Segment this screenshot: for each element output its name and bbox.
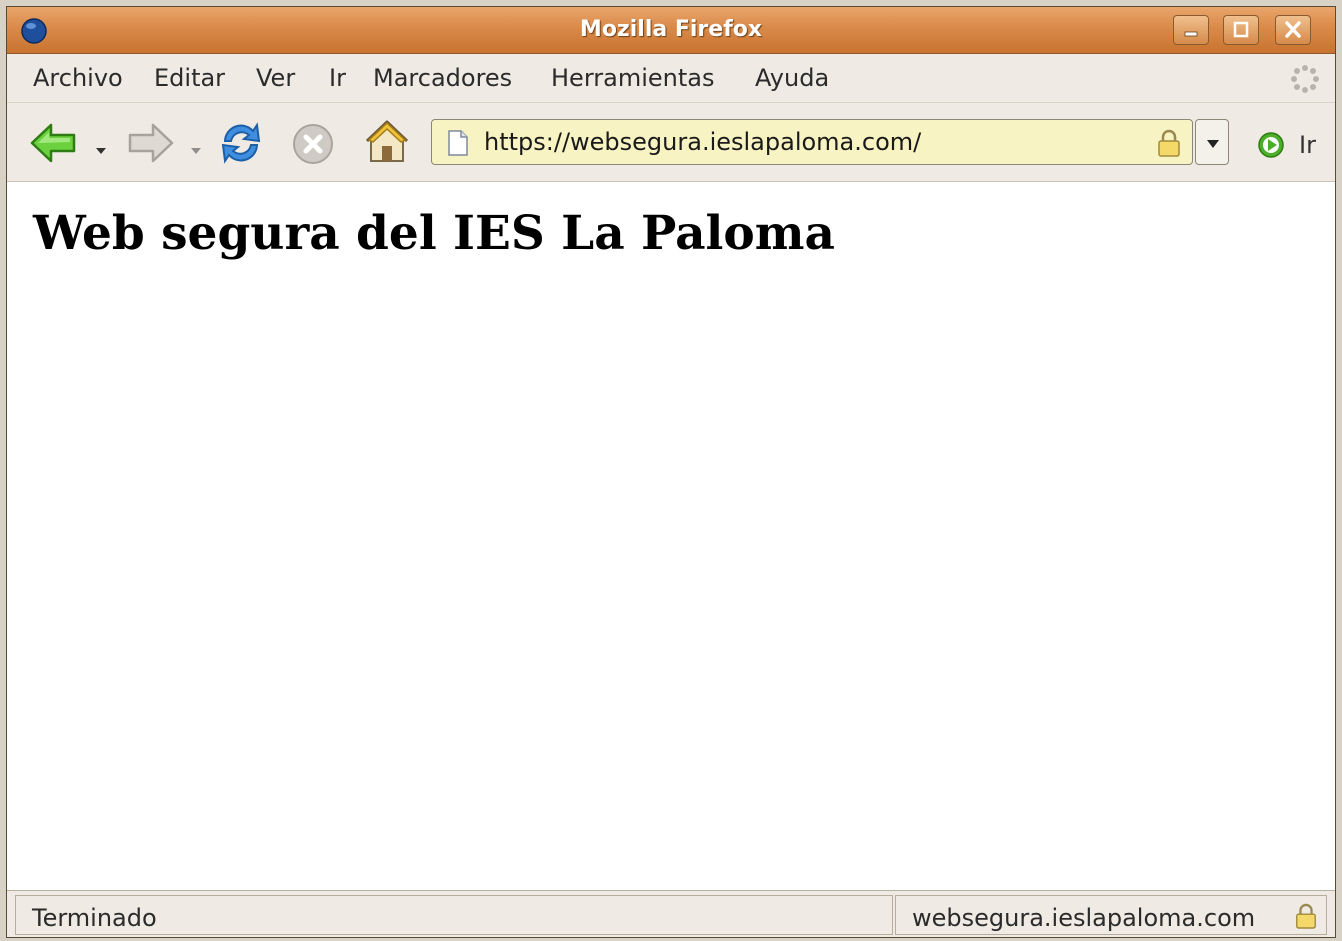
menu-archivo[interactable]: Archivo xyxy=(33,64,123,92)
title-bar[interactable]: Mozilla Firefox xyxy=(7,7,1335,54)
lock-icon[interactable] xyxy=(1294,902,1318,930)
page-title: Web segura del IES La Paloma xyxy=(33,206,835,261)
status-bar: Terminado websegura.ieslapaloma.com xyxy=(7,891,1335,937)
maximize-icon xyxy=(1233,21,1249,38)
status-text: Terminado xyxy=(32,904,157,932)
menu-editar[interactable]: Editar xyxy=(154,64,225,92)
menu-bar: Archivo Editar Ver Ir Marcadores Herrami… xyxy=(7,54,1335,103)
address-bar[interactable]: https://websegura.ieslapaloma.com/ xyxy=(431,119,1193,165)
forward-arrow-icon[interactable] xyxy=(125,121,175,165)
lock-icon[interactable] xyxy=(1156,128,1182,158)
page-icon xyxy=(448,130,468,156)
page-content: Web segura del IES La Paloma xyxy=(7,182,1335,891)
back-arrow-icon[interactable] xyxy=(29,121,79,165)
stop-icon[interactable] xyxy=(290,121,336,167)
forward-history-dropdown[interactable] xyxy=(191,148,201,154)
address-url[interactable]: https://websegura.ieslapaloma.com/ xyxy=(484,128,921,156)
menu-herramientas[interactable]: Herramientas xyxy=(551,64,714,92)
back-history-dropdown[interactable] xyxy=(96,148,106,154)
window-title: Mozilla Firefox xyxy=(579,17,763,42)
go-icon[interactable] xyxy=(1257,131,1285,159)
browser-window: Mozilla Firefox Archivo Editar Ver Ir Ma… xyxy=(6,6,1336,938)
menu-ayuda[interactable]: Ayuda xyxy=(755,64,829,92)
address-history-dropdown[interactable] xyxy=(1195,119,1229,165)
menu-ver[interactable]: Ver xyxy=(256,64,295,92)
status-host[interactable]: websegura.ieslapaloma.com xyxy=(912,904,1255,932)
minimize-icon xyxy=(1184,31,1198,37)
security-status-panel[interactable]: websegura.ieslapaloma.com xyxy=(895,895,1327,935)
minimize-button[interactable] xyxy=(1173,15,1209,45)
close-icon xyxy=(1285,21,1301,38)
close-button[interactable] xyxy=(1275,15,1311,45)
menu-marcadores[interactable]: Marcadores xyxy=(373,64,512,92)
menu-ir[interactable]: Ir xyxy=(329,64,346,92)
maximize-button[interactable] xyxy=(1223,15,1259,45)
reload-icon[interactable] xyxy=(217,119,265,167)
throbber-icon xyxy=(1291,65,1319,93)
status-text-panel: Terminado xyxy=(15,895,893,935)
go-button-label[interactable]: Ir xyxy=(1299,131,1316,159)
home-icon[interactable] xyxy=(361,117,413,167)
navigation-toolbar: https://websegura.ieslapaloma.com/ Ir xyxy=(7,103,1335,182)
